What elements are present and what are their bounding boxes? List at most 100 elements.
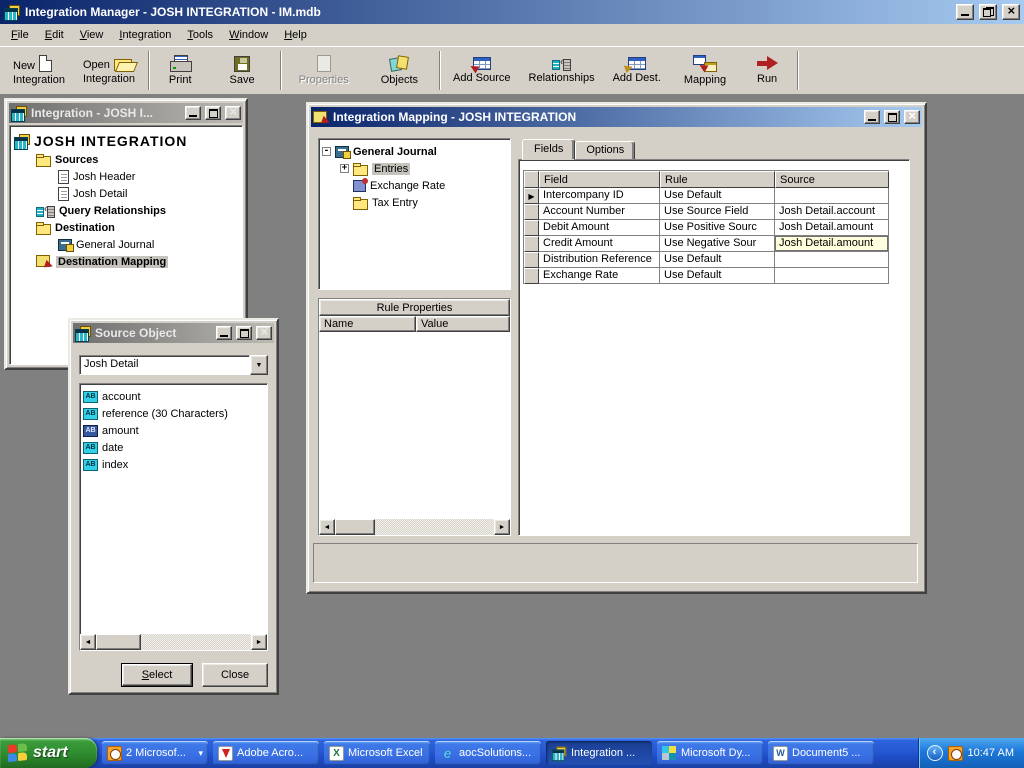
minimize-button[interactable] <box>216 326 232 340</box>
cell-rule[interactable]: Use Negative Sour <box>660 236 775 252</box>
open-integration-button[interactable]: Open Integration <box>74 48 145 93</box>
list-item-reference[interactable]: reference (30 Characters) <box>83 405 264 422</box>
tree-item-josh-header[interactable]: Josh Header <box>14 168 238 185</box>
mapping-button[interactable]: Mapping <box>670 48 740 93</box>
taskbar-item-excel[interactable]: Microsoft Excel <box>324 741 430 765</box>
scroll-left-arrow[interactable]: ◄ <box>80 634 96 650</box>
integration-window-titlebar[interactable]: Integration - JOSH I... <box>9 103 243 123</box>
menu-tools[interactable]: Tools <box>179 25 221 45</box>
list-item-index[interactable]: index <box>83 456 264 473</box>
tree-item-josh-detail[interactable]: Josh Detail <box>14 185 238 202</box>
cell-rule[interactable]: Use Default <box>660 188 775 204</box>
taskbar-item-acrobat[interactable]: Adobe Acro... <box>213 741 319 765</box>
cell-field[interactable]: Exchange Rate <box>539 268 660 284</box>
minimize-button[interactable] <box>956 4 974 20</box>
source-object-window[interactable]: Source Object Josh Detail ▼ account <box>68 318 279 695</box>
close-button[interactable] <box>256 326 272 340</box>
cell-rule[interactable]: Use Default <box>660 268 775 284</box>
tree-item-sources[interactable]: Sources <box>14 151 238 168</box>
list-item-account[interactable]: account <box>83 388 264 405</box>
source-object-dropdown[interactable]: Josh Detail ▼ <box>79 355 268 375</box>
tree-item-general-journal[interactable]: General Journal <box>14 236 238 253</box>
cell-field[interactable]: Intercompany ID <box>539 188 660 204</box>
rp-column-name[interactable]: Name <box>319 316 416 332</box>
list-item-date[interactable]: date <box>83 439 264 456</box>
taskbar-item-integration[interactable]: Integration ... <box>546 741 652 765</box>
taskbar-item-group[interactable]: 2 Microsof... <box>102 741 208 765</box>
menu-help[interactable]: Help <box>276 25 315 45</box>
tree-item-destination-mapping[interactable]: Destination Mapping <box>14 253 238 270</box>
scroll-thumb[interactable] <box>335 519 375 535</box>
source-object-titlebar[interactable]: Source Object <box>73 323 274 343</box>
dropdown-value[interactable]: Josh Detail <box>79 355 250 375</box>
add-destination-button[interactable]: Add Dest. <box>604 48 670 93</box>
grid-column-field[interactable]: Field <box>539 171 660 188</box>
taskbar-item-dynamics[interactable]: Microsoft Dy... <box>657 741 763 765</box>
maximize-button[interactable] <box>236 326 252 340</box>
relationships-button[interactable]: Relationships <box>520 48 604 93</box>
cell-source-highlighted[interactable]: Josh Detail.amount <box>775 236 889 252</box>
run-button[interactable]: Run <box>740 48 794 93</box>
scroll-thumb[interactable] <box>96 634 141 650</box>
maximize-button[interactable] <box>884 110 900 124</box>
expand-box[interactable] <box>340 164 349 173</box>
menu-file[interactable]: File <box>3 25 37 45</box>
new-integration-button[interactable]: New Integration <box>4 48 74 93</box>
collapse-box[interactable] <box>322 147 331 156</box>
rp-column-value[interactable]: Value <box>416 316 510 332</box>
close-button[interactable] <box>1002 4 1020 20</box>
tree-item-query-relationships[interactable]: Query Relationships <box>14 202 238 219</box>
save-button[interactable]: Save <box>208 48 277 93</box>
minimize-button[interactable] <box>185 106 201 120</box>
tree-item-tax-entry[interactable]: Tax Entry <box>322 194 507 211</box>
grid-column-source[interactable]: Source <box>775 171 889 188</box>
scroll-right-arrow[interactable]: ► <box>494 519 510 535</box>
mapping-window-titlebar[interactable]: Integration Mapping - JOSH INTEGRATION <box>311 107 922 127</box>
menu-edit[interactable]: Edit <box>37 25 72 45</box>
start-button[interactable]: start <box>0 738 97 768</box>
minimize-button[interactable] <box>864 110 880 124</box>
add-source-button[interactable]: Add Source <box>444 48 519 93</box>
menu-window[interactable]: Window <box>221 25 276 45</box>
row-selector-current[interactable] <box>524 188 539 204</box>
cell-field[interactable]: Account Number <box>539 204 660 220</box>
cell-source[interactable]: Josh Detail.amount <box>775 220 889 236</box>
print-button[interactable]: Print <box>153 48 208 93</box>
rule-properties-hscrollbar[interactable]: ◄ ► <box>319 519 510 535</box>
taskbar-item-browser[interactable]: aocSolutions... <box>435 741 541 765</box>
cell-rule[interactable]: Use Default <box>660 252 775 268</box>
scroll-right-arrow[interactable]: ► <box>251 634 267 650</box>
tree-item-root[interactable]: JOSH INTEGRATION <box>14 131 238 151</box>
main-titlebar[interactable]: Integration Manager - JOSH INTEGRATION -… <box>0 0 1024 24</box>
menu-integration[interactable]: Integration <box>111 25 179 45</box>
list-item-amount[interactable]: amount <box>83 422 264 439</box>
scroll-left-arrow[interactable]: ◄ <box>319 519 335 535</box>
cell-rule[interactable]: Use Positive Sourc <box>660 220 775 236</box>
integration-mapping-window[interactable]: Integration Mapping - JOSH INTEGRATION G… <box>306 102 927 594</box>
menu-view[interactable]: View <box>72 25 112 45</box>
close-button[interactable] <box>225 106 241 120</box>
row-selector[interactable] <box>524 252 539 268</box>
row-selector[interactable] <box>524 220 539 236</box>
tray-clock-icon[interactable] <box>948 746 963 761</box>
maximize-button[interactable] <box>205 106 221 120</box>
cell-field[interactable]: Debit Amount <box>539 220 660 236</box>
restore-button[interactable] <box>979 4 997 20</box>
tree-item-entries[interactable]: Entries <box>322 160 507 177</box>
field-list-hscrollbar[interactable]: ◄ ► <box>80 634 267 650</box>
grid-column-rule[interactable]: Rule <box>660 171 775 188</box>
hide-icons-chevron[interactable] <box>927 745 943 761</box>
row-selector[interactable] <box>524 204 539 220</box>
cell-rule[interactable]: Use Source Field <box>660 204 775 220</box>
row-selector[interactable] <box>524 268 539 284</box>
cell-source[interactable] <box>775 268 889 284</box>
select-button[interactable]: Select <box>122 664 192 686</box>
close-button[interactable]: Close <box>202 663 268 687</box>
cell-field[interactable]: Distribution Reference <box>539 252 660 268</box>
taskbar-item-word[interactable]: Document5 ... <box>768 741 874 765</box>
cell-source[interactable]: Josh Detail.account <box>775 204 889 220</box>
group-dropdown-icon[interactable] <box>198 747 203 759</box>
close-button[interactable] <box>904 110 920 124</box>
tab-options[interactable]: Options <box>575 141 635 160</box>
objects-button[interactable]: Objects <box>363 48 436 93</box>
